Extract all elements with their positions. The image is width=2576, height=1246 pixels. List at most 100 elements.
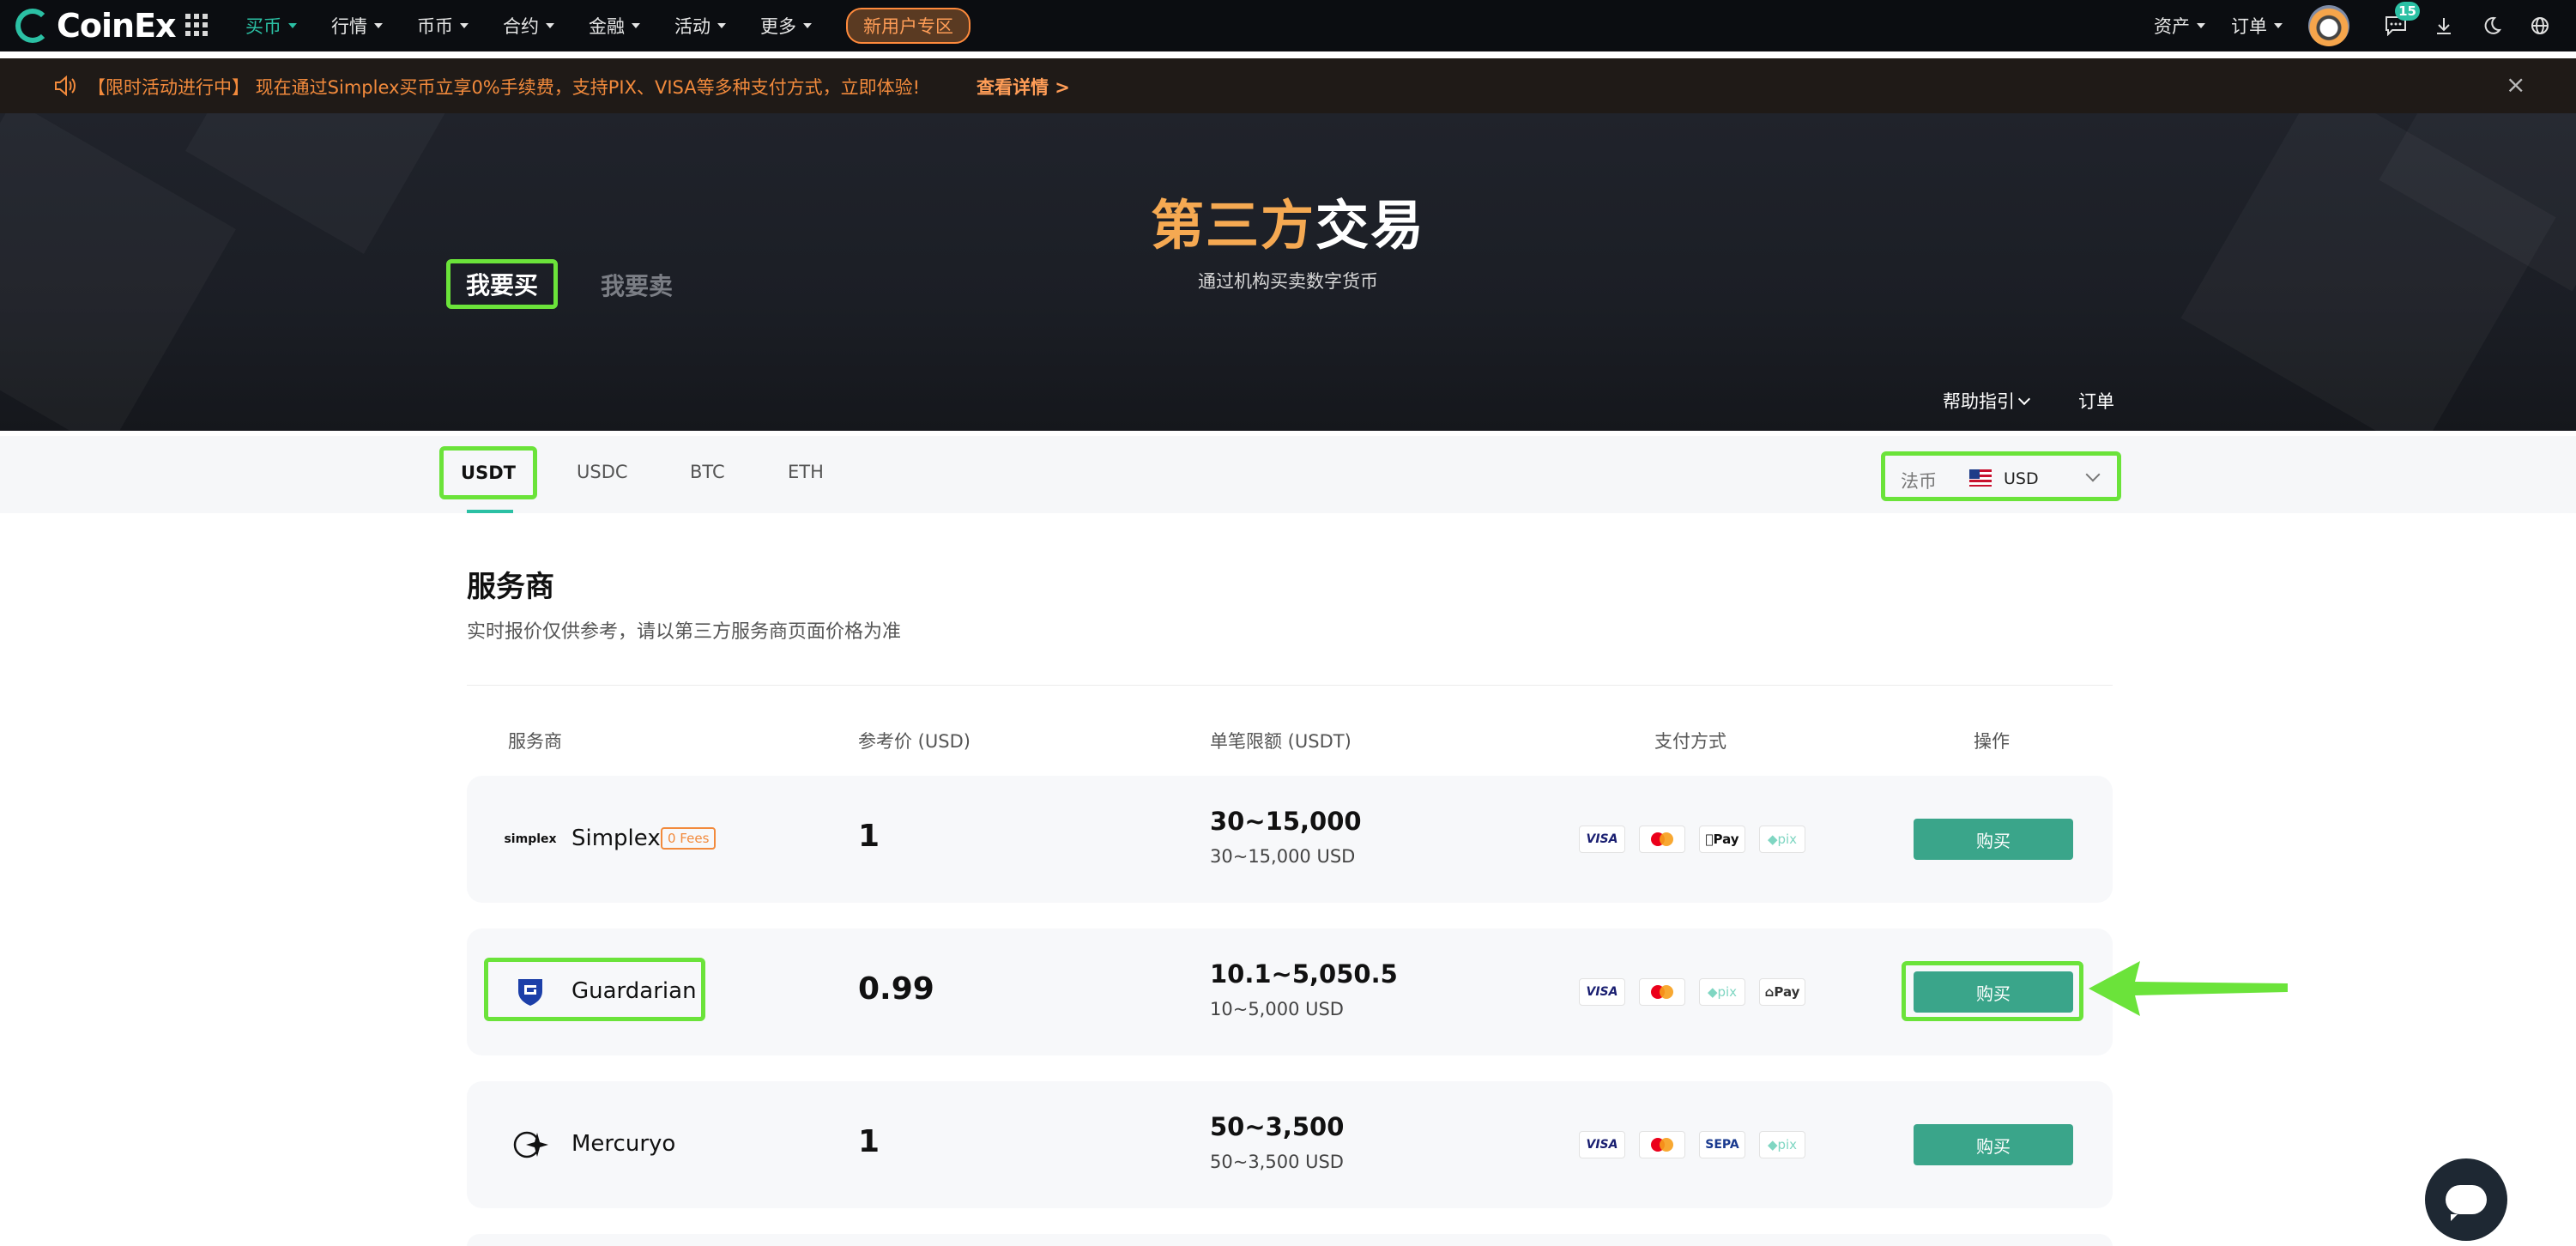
reference-price: 1: [858, 1124, 880, 1159]
reference-price: 1: [858, 819, 880, 854]
column-header-action: 操作: [1974, 731, 2010, 752]
coinex-logo-icon: [15, 9, 50, 43]
zero-fees-badge: 0 Fees: [661, 827, 717, 850]
provider-name: Mercuryo: [571, 1131, 676, 1157]
caret-down-icon: [374, 23, 383, 28]
limit-usd: 30~15,000 USD: [1210, 846, 1356, 867]
divider: [467, 685, 2113, 686]
help-guide-dropdown[interactable]: 帮助指引: [1943, 388, 2031, 414]
coin-tab-bar: USDC BTC ETH: [0, 436, 2576, 513]
new-user-zone-button[interactable]: 新用户专区: [846, 8, 971, 44]
column-header-limit: 单笔限额 (USDT): [1210, 731, 1351, 752]
chevron-down-icon: [2017, 392, 2031, 406]
download-icon[interactable]: [2432, 14, 2456, 38]
google-pay-icon: ⌂ Pay: [1759, 978, 1805, 1006]
mastercard-icon: [1639, 826, 1685, 853]
pix-icon: ◆ pix: [1759, 1131, 1805, 1158]
language-globe-icon[interactable]: [2528, 14, 2552, 38]
hero-section: 第三方交易 通过机构买卖数字货币 帮助指引 订单: [0, 113, 2576, 431]
tab-eth[interactable]: ETH: [788, 462, 824, 482]
tab-usdt[interactable]: USDT: [439, 446, 537, 499]
tab-sell[interactable]: 我要卖: [601, 268, 673, 302]
buy-button-simplex[interactable]: 购买: [1914, 819, 2073, 860]
menu-item-activities[interactable]: 活动: [674, 13, 726, 39]
menu-item-more[interactable]: 更多: [760, 13, 812, 39]
chevron-down-icon: [2085, 467, 2101, 482]
pointer-arrow-icon: [2089, 961, 2288, 1016]
caret-down-icon: [546, 23, 554, 28]
simplex-logo: simplex: [504, 832, 557, 846]
speaker-icon: [55, 76, 76, 96]
fiat-label: 法币: [1901, 471, 1937, 492]
us-flag-icon: [1969, 469, 1992, 487]
provider-row-simplex: simplex Simplex 0 Fees 1 30~15,000 30~15…: [467, 776, 2113, 903]
mastercard-icon: [1639, 978, 1685, 1006]
limit-usdt: 50~3,500: [1210, 1112, 1345, 1141]
column-header-price: 参考价 (USD): [858, 731, 971, 752]
menu-item-spot[interactable]: 币币: [417, 13, 469, 39]
caret-down-icon: [803, 23, 812, 28]
support-chat-button[interactable]: [2425, 1158, 2507, 1241]
reference-price: 0.99: [858, 971, 934, 1007]
menu-item-finance[interactable]: 金融: [589, 13, 640, 39]
orders-link[interactable]: 订单: [2078, 388, 2114, 414]
limit-usdt: 30~15,000: [1210, 807, 1362, 836]
menu-item-buy-crypto[interactable]: 买币: [245, 13, 297, 39]
caret-down-icon: [460, 23, 469, 28]
caret-down-icon: [2197, 23, 2205, 28]
pix-icon: ◆ pix: [1759, 826, 1805, 853]
coinex-logo[interactable]: CoinEx: [15, 7, 177, 45]
apps-grid-icon[interactable]: [185, 14, 208, 36]
message-count-badge: 15: [2395, 2, 2420, 21]
mercuryo-star-icon: [508, 1124, 553, 1165]
visa-icon: VISA: [1579, 826, 1625, 853]
visa-icon: VISA: [1579, 1131, 1625, 1158]
nav-right: 资产 订单 15: [2154, 0, 2576, 51]
provider-name: Simplex: [571, 826, 661, 851]
column-header-payment: 支付方式: [1654, 731, 1726, 752]
dark-mode-icon[interactable]: [2480, 14, 2504, 38]
limit-usd: 10~5,000 USD: [1210, 999, 1344, 1019]
tab-usdc[interactable]: USDC: [577, 462, 628, 482]
fiat-currency-select[interactable]: 法币 USD: [1881, 451, 2121, 501]
fiat-value: USD: [2004, 469, 2039, 488]
menu-item-assets[interactable]: 资产: [2154, 13, 2205, 39]
promo-text: 【限时活动进行中】 现在通过Simplex买币立享0%手续费，支持PIX、VIS…: [88, 77, 921, 98]
sepa-icon: SEPA: [1699, 1131, 1745, 1158]
caret-down-icon: [632, 23, 640, 28]
top-nav: CoinEx 买币 行情 币币 合约 金融 活动 更多 新用户专区 资产 订单 …: [0, 0, 2576, 51]
provider-row-mercuryo: Mercuryo 1 50~3,500 50~3,500 USD VISA SE…: [467, 1081, 2113, 1208]
active-tab-indicator: [467, 510, 513, 513]
promo-banner: 【限时活动进行中】 现在通过Simplex买币立享0%手续费，支持PIX、VIS…: [0, 58, 2576, 113]
providers-title: 服务商: [467, 570, 554, 604]
visa-icon: VISA: [1579, 978, 1625, 1006]
promo-details-link[interactable]: 查看详情 >: [977, 74, 1070, 100]
page-title: 第三方交易: [1150, 194, 1426, 257]
tab-buy[interactable]: 我要买: [446, 259, 558, 309]
menu-item-futures[interactable]: 合约: [503, 13, 554, 39]
tab-btc[interactable]: BTC: [690, 462, 725, 482]
apple-pay-icon: Pay: [1699, 826, 1745, 853]
logo-text: CoinEx: [57, 7, 177, 45]
menu-item-orders[interactable]: 订单: [2231, 13, 2283, 39]
provider-row-guardarian: Guardarian 0.99 10.1~5,050.5 10~5,000 US…: [467, 928, 2113, 1055]
buy-button-mercuryo[interactable]: 购买: [1914, 1124, 2073, 1165]
pix-icon: ◆ pix: [1699, 978, 1745, 1006]
caret-down-icon: [288, 23, 297, 28]
highlight-guardarian-name: [484, 958, 705, 1021]
column-header-provider: 服务商: [508, 731, 562, 752]
providers-subtitle: 实时报价仅供参考，请以第三方服务商页面价格为准: [467, 621, 902, 643]
limit-usd: 50~3,500 USD: [1210, 1152, 1344, 1172]
mastercard-icon: [1639, 1131, 1685, 1158]
close-icon[interactable]: ×: [2506, 70, 2525, 99]
caret-down-icon: [717, 23, 726, 28]
menu-item-markets[interactable]: 行情: [331, 13, 383, 39]
message-icon[interactable]: 15: [2384, 2, 2420, 38]
user-avatar[interactable]: [2308, 5, 2349, 46]
page-subtitle: 通过机构买卖数字货币: [1198, 271, 1378, 292]
main-menu: 买币 行情 币币 合约 金融 活动 更多 新用户专区: [245, 0, 971, 51]
chat-bubble-icon: [2446, 1185, 2487, 1221]
caret-down-icon: [2274, 23, 2283, 28]
limit-usdt: 10.1~5,050.5: [1210, 959, 1398, 989]
highlight-buy-button: [1902, 961, 2083, 1021]
